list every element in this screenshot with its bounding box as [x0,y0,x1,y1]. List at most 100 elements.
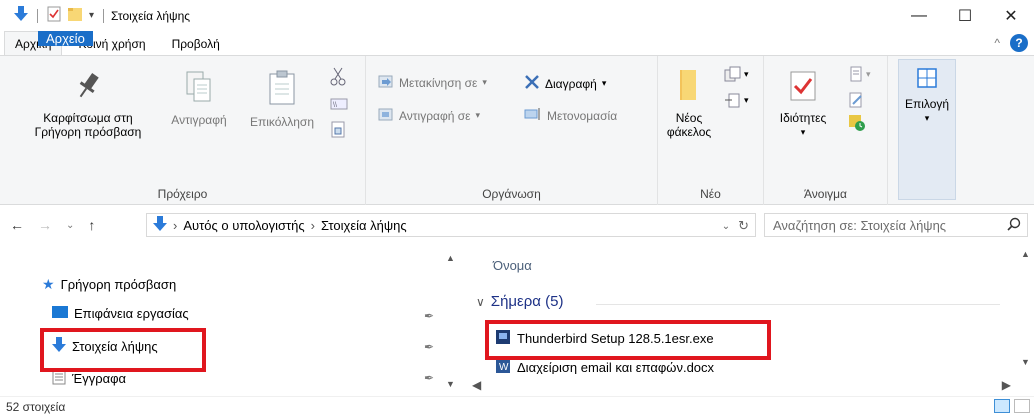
toolbar-separator [37,8,38,23]
scroll-up-icon[interactable]: ▲ [442,249,459,266]
nav-item-downloads[interactable]: Στοιχεία λήψης [52,337,158,356]
toolbar-separator [103,8,105,23]
properties-icon [770,70,836,105]
properties-button[interactable]: Ιδιότητες ▾ [770,70,836,139]
tabs-right-controls: ^ ? [994,34,1028,52]
new-group: Νέος φάκελος ▾ ▾ Νέο [658,56,764,205]
properties-check-icon[interactable] [47,6,61,25]
back-arrow-icon[interactable]: ← [10,217,24,233]
new-folder-button[interactable]: Νέος φάκελος [664,68,714,139]
customize-dropdown-icon[interactable]: ▾ [89,10,94,21]
download-arrow-icon [153,215,167,235]
delete-button[interactable]: Διαγραφή ▾ [524,74,606,93]
star-icon: ★ [42,276,55,292]
select-group: Επιλογή ▾ [888,56,964,205]
address-row: ← → ⌄ ↑ › Αυτός ο υπολογιστής › Στοιχεία… [0,205,1034,245]
pin-quick-access-button[interactable]: Καρφίτσωμα στη Γρήγορη πρόσβαση [18,70,158,139]
nav-scrollbar[interactable]: ▲ ▼ [442,245,459,395]
cut-icon[interactable] [330,66,346,89]
scroll-left-icon[interactable]: ◀ [472,378,481,392]
copy-label: Αντιγραφή [171,113,227,127]
help-icon[interactable]: ? [1010,34,1028,52]
pinned-icon: ✒ [424,371,435,385]
maximize-button[interactable]: ☐ [942,0,988,31]
select-button[interactable]: Επιλογή ▾ [898,68,956,125]
details-view-icon[interactable] [994,399,1010,413]
recent-dropdown-icon[interactable]: ⌄ [66,220,74,231]
close-button[interactable]: ✕ [988,0,1034,31]
open-group-label: Άνοιγμα [804,187,847,201]
clipboard-group-label: Πρόχειρο [157,187,208,201]
file-name: Thunderbird Setup 128.5.1esr.exe [517,331,714,346]
open-group: Ιδιότητες ▾ ▾ Άνοιγμα [764,56,888,205]
file-name: Διαχείριση email και επαφών.docx [517,360,715,374]
rename-button[interactable]: Μετονομασία [524,107,617,124]
scroll-up-icon[interactable]: ▲ [1017,249,1034,259]
collapse-ribbon-icon[interactable]: ^ [994,36,1000,50]
delete-label: Διαγραφή [545,76,597,91]
paste-shortcut-icon[interactable] [330,120,346,141]
properties-label: Ιδιότητες [779,111,827,125]
new-folder-label-line1: Νέος [675,111,703,125]
organize-group: Μετακίνηση σε ▾ Διαγραφή ▾ Αντιγραφή σε … [366,56,658,205]
minimize-button[interactable]: — [896,0,942,31]
group-divider [596,304,1000,305]
item-count: 52 στοιχεία [6,399,66,414]
new-group-label: Νέο [700,187,721,201]
nav-item-quick-access[interactable]: ★ Γρήγορη πρόσβαση [42,276,176,293]
paste-label: Επικόλληση [249,115,314,129]
copy-to-button[interactable]: Αντιγραφή σε ▾ [378,107,480,124]
new-folder-label-line2: φάκελος [666,125,712,139]
breadcrumb-chevron-icon[interactable]: › [311,218,315,233]
search-icon[interactable] [1007,217,1021,234]
scroll-right-icon[interactable]: ▶ [1002,378,1011,392]
group-header-today[interactable]: ∨ Σήμερα (5) [476,293,563,310]
pin-label-line2: Γρήγορη πρόσβαση [34,125,142,139]
group-header-label: Σήμερα (5) [490,293,564,310]
file-row[interactable]: Thunderbird Setup 128.5.1esr.exe [496,330,714,347]
pin-label-line1: Καρφίτσωμα στη [43,111,133,125]
nav-item-desktop[interactable]: Επιφάνεια εργασίας [52,306,189,321]
content-hscroll[interactable]: ◀ ▶ [466,376,1017,393]
breadcrumb-downloads[interactable]: Στοιχεία λήψης [321,218,407,233]
scroll-down-icon[interactable]: ▼ [442,375,459,392]
history-icon[interactable] [848,114,866,135]
breadcrumb-chevron-icon[interactable]: › [173,218,177,233]
address-history-dropdown-icon[interactable]: ⌄ [722,221,730,232]
breadcrumb-this-pc[interactable]: Αυτός ο υπολογιστής [183,218,304,233]
easy-access-icon[interactable]: ▾ [724,92,749,108]
download-arrow-icon [52,337,66,356]
forward-arrow-icon[interactable]: → [38,217,52,233]
new-item-icon[interactable]: ▾ [724,66,749,82]
pinned-icon: ✒ [424,309,435,323]
rename-icon [524,107,542,124]
large-icons-view-icon[interactable] [1014,399,1030,413]
nav-item-label: Έγγραφα [72,371,127,386]
search-box[interactable]: Αναζήτηση σε: Στοιχεία λήψης [764,213,1028,237]
nav-item-documents[interactable]: Έγγραφα [52,369,126,388]
content-vscroll[interactable]: ▲ ▼ [1017,245,1034,376]
open-icon[interactable]: ▾ [848,66,871,82]
paste-button[interactable]: Επικόλληση [240,70,324,129]
rename-label: Μετονομασία [547,108,618,123]
address-bar[interactable]: › Αυτός ο υπολογιστής › Στοιχεία λήψης ⌄… [146,213,756,237]
desktop-icon [52,306,68,321]
copy-button[interactable]: Αντιγραφή [158,70,240,127]
copy-path-icon[interactable]: \\ [330,96,348,115]
file-row[interactable]: W Διαχείριση email και επαφών.docx [496,360,714,374]
move-to-button[interactable]: Μετακίνηση σε ▾ [378,74,487,91]
scroll-down-icon[interactable]: ▼ [1017,357,1034,367]
svg-text:W: W [499,362,509,373]
view-toggles [994,399,1030,413]
tab-file[interactable]: Αρχείο [38,31,93,46]
tab-view[interactable]: Προβολή [162,31,230,56]
nav-item-label: Επιφάνεια εργασίας [74,306,189,321]
new-folder-icon[interactable] [67,6,83,25]
dropdown-arrow-icon: ▾ [482,77,487,87]
edit-icon[interactable] [848,92,864,111]
refresh-icon[interactable]: ↻ [738,218,749,234]
column-header-name[interactable]: Όνομα [493,258,532,273]
chevron-down-icon: ∨ [476,294,485,309]
up-arrow-icon[interactable]: ↑ [88,217,95,233]
copy-to-icon [378,107,394,124]
